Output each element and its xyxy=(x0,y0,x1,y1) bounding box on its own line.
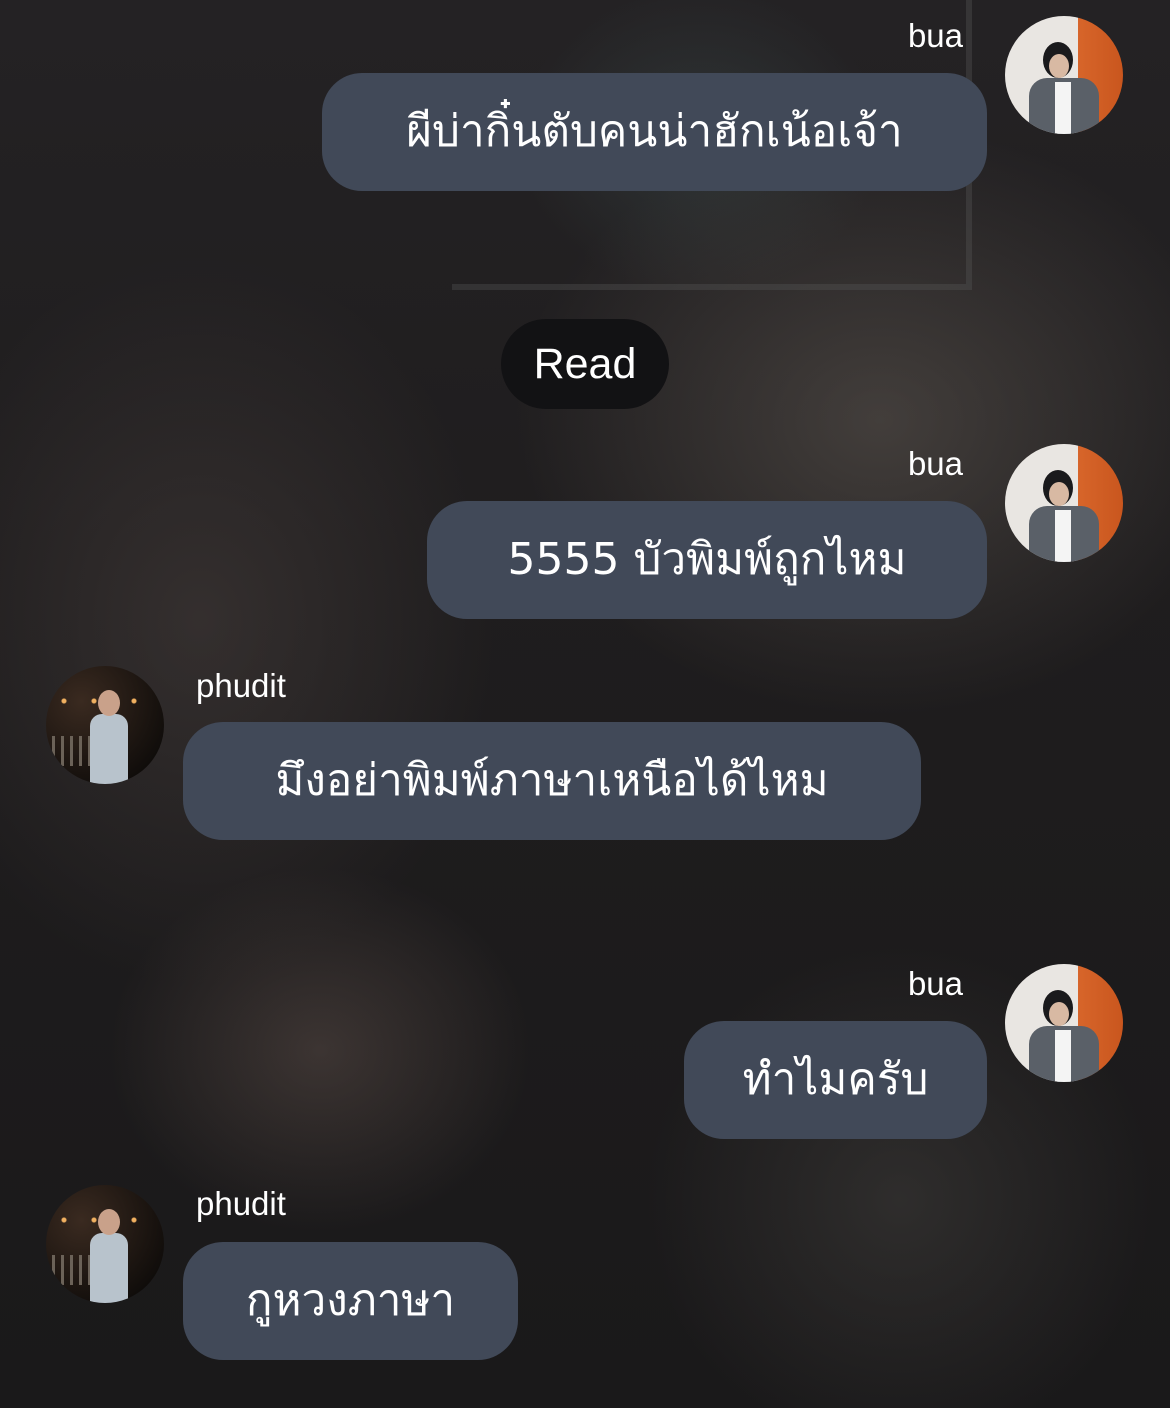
message-bubble[interactable]: กูหวงภาษา xyxy=(183,1242,518,1360)
sender-name: phudit xyxy=(196,1185,286,1222)
message-5: phudit กูหวงภาษา xyxy=(0,0,1170,1380)
phudit-avatar[interactable] xyxy=(46,1185,164,1303)
